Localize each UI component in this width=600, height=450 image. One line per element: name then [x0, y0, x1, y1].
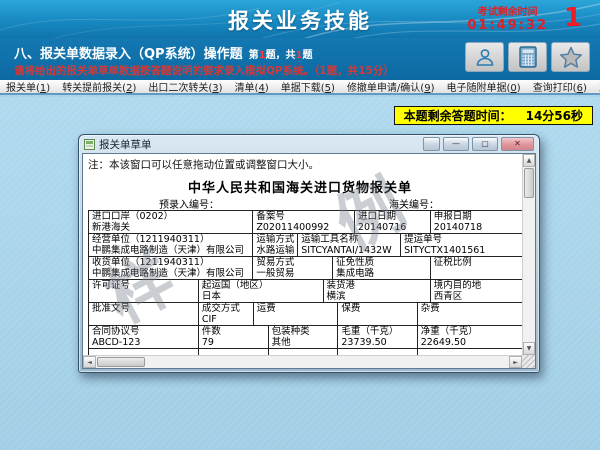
form-cell: 进口日期20140716 — [355, 211, 431, 234]
form-cell: 申报日期20140718 — [431, 211, 525, 234]
maximize-icon: ▢ — [481, 139, 489, 148]
pre-entry-number-label: 预录入编号： — [159, 196, 219, 211]
question-total: 1 — [296, 50, 303, 61]
table-row-4: 许可证号起运国（地区）日本装货港横滨境内目的地西青区 — [89, 280, 525, 303]
form-cell: 经营单位（1211940311）中鹏集成电路制造（天津）有限公司 — [89, 234, 253, 257]
table-row-1: 进口口岸（0202）新港海关备案号Z02011400992进口日期2014071… — [89, 211, 525, 234]
star-button[interactable] — [551, 42, 590, 72]
task-title: 八、报关单数据录入（QP系统）操作题第1题，共1题 — [14, 43, 313, 62]
maximize-button[interactable]: ▢ — [472, 137, 498, 151]
form-cell: 件数79 — [199, 326, 269, 349]
form-cell: 境内目的地西青区 — [431, 280, 525, 303]
pin-button[interactable] — [423, 137, 440, 151]
form-cell: 运输工具名称SITCYANTAI/1432W — [298, 234, 401, 257]
menu-item-9[interactable]: 业务统计(7) — [593, 79, 600, 94]
form-cell: 收货单位（1211940311）中鹏集成电路制造（天津）有限公司 — [89, 257, 253, 280]
scroll-up-icon: ▲ — [527, 157, 532, 164]
form-cell: 成交方式CIF — [199, 303, 254, 326]
question-timer: 本题剩余答题时间： 14分56秒 — [394, 106, 593, 125]
menu-item-3[interactable]: 出口二次转关(3) — [142, 79, 228, 94]
close-icon: ✕ — [514, 139, 521, 148]
window-client-area: 注：本该窗口可以任意拖动位置或调整窗口大小。 中华人民共和国海关进口货物报关单 … — [82, 153, 536, 369]
question-progress: 第1题，共1题 — [249, 50, 313, 61]
scroll-left-icon: ◄ — [87, 359, 92, 366]
page-indicator: 1 — [564, 3, 582, 33]
form-cell: 进口口岸（0202）新港海关 — [89, 211, 253, 234]
user-button[interactable] — [465, 42, 504, 72]
header-toolbar — [465, 42, 590, 72]
form-cell: 包装种类其他 — [269, 326, 339, 349]
menu-item-2[interactable]: 转关提前报关(2) — [56, 79, 142, 94]
window-title: 报关单草单 — [99, 137, 152, 152]
menu-item-7[interactable]: 电子随附单据(0) — [441, 79, 527, 94]
table-row-5: 批准文号成交方式CIF运费保费杂费 — [89, 303, 525, 326]
form-cell: 许可证号 — [89, 280, 199, 303]
question-timer-value: 14分56秒 — [526, 107, 583, 124]
form-cell: 运费 — [254, 303, 339, 326]
form-cell: 提运单号SITYCTX1401561 — [401, 234, 525, 257]
calculator-icon — [518, 46, 538, 68]
scroll-down-button[interactable]: ▼ — [523, 342, 535, 355]
declaration-number-row: 预录入编号： 海关编号： — [83, 196, 517, 208]
exam-timer-value: 01:49:32 — [467, 18, 548, 33]
form-cell: 批准文号 — [89, 303, 199, 326]
vertical-scroll-thumb[interactable] — [524, 168, 534, 198]
window-controls: — ▢ ✕ — [423, 137, 534, 151]
form-cell: 净重（千克）22649.50 — [418, 326, 525, 349]
form-cell: 贸易方式一般贸易 — [253, 257, 333, 280]
window-note: 注：本该窗口可以任意拖动位置或调整窗口大小。 — [88, 157, 319, 172]
scroll-up-button[interactable]: ▲ — [523, 154, 535, 167]
form-cell: 装货港横滨 — [324, 280, 431, 303]
user-icon — [474, 46, 496, 68]
declaration-table: 进口口岸（0202）新港海关备案号Z02011400992进口日期2014071… — [88, 210, 525, 357]
menu-item-5[interactable]: 单据下载(5) — [275, 79, 341, 94]
horizontal-scroll-thumb[interactable] — [97, 357, 145, 367]
resize-grip[interactable] — [522, 355, 535, 368]
form-cell: 运输方式水路运输 — [253, 234, 298, 257]
table-row-3: 收货单位（1211940311）中鹏集成电路制造（天津）有限公司贸易方式一般贸易… — [89, 257, 525, 280]
draft-declaration-window: 报关单草单 — ▢ ✕ 注：本该窗口可以任意拖动位置或调整窗口大小。 中华人民共… — [78, 134, 540, 373]
scroll-down-icon: ▼ — [527, 345, 532, 352]
form-cell: 合同协议号ABCD-123 — [89, 326, 199, 349]
close-button[interactable]: ✕ — [501, 137, 534, 151]
desktop: 本题剩余答题时间： 14分56秒 报关单草单 — ▢ ✕ 注 — [0, 97, 600, 450]
form-cell: 备案号Z02011400992 — [253, 211, 355, 234]
form-cell: 毛重（千克）23739.50 — [338, 326, 417, 349]
minimize-icon: — — [452, 139, 460, 148]
scroll-right-icon: ► — [513, 359, 518, 366]
menu-item-8[interactable]: 查询打印(6) — [527, 79, 593, 94]
scroll-right-button[interactable]: ► — [509, 356, 522, 368]
calculator-button[interactable] — [508, 42, 547, 72]
scroll-left-button[interactable]: ◄ — [83, 356, 96, 368]
form-cell: 保费 — [338, 303, 417, 326]
menu-item-6[interactable]: 修撤单申请/确认(9) — [341, 79, 441, 94]
vertical-scrollbar[interactable]: ▲ ▼ — [522, 154, 535, 355]
menu-bar: 报关单(1)转关提前报关(2)出口二次转关(3)清单(4)单据下载(5)修撤单申… — [0, 80, 600, 95]
table-row-6: 合同协议号ABCD-123件数79包装种类其他毛重（千克）23739.50净重（… — [89, 326, 525, 349]
task-panel: 八、报关单数据录入（QP系统）操作题第1题，共1题 请将给出的报关单草单数据按答… — [0, 38, 600, 80]
star-icon — [559, 46, 583, 69]
form-cell: 起运国（地区）日本 — [199, 280, 324, 303]
task-title-text: 八、报关单数据录入（QP系统）操作题 — [14, 47, 243, 62]
menu-item-4[interactable]: 清单(4) — [229, 79, 275, 94]
form-cell: 征税比例 — [431, 257, 525, 280]
minimize-button[interactable]: — — [443, 137, 469, 151]
menu-item-1[interactable]: 报关单(1) — [0, 79, 56, 94]
question-number: 1 — [259, 50, 266, 61]
question-timer-label: 本题剩余答题时间： — [404, 107, 512, 124]
task-instruction: 请将给出的报关单草单数据按答题说明的要求录入模拟QP系统。（1题，共15分） — [14, 63, 394, 78]
customs-number-label: 海关编号： — [389, 196, 439, 211]
form-cell: 杂费 — [418, 303, 525, 326]
exam-timer-label: 考试剩余时间 — [467, 3, 548, 18]
window-titlebar[interactable]: 报关单草单 — ▢ ✕ — [79, 135, 539, 153]
declaration-title: 中华人民共和国海关进口货物报关单 — [83, 177, 517, 196]
table-row-2: 经营单位（1211940311）中鹏集成电路制造（天津）有限公司运输方式水路运输… — [89, 234, 525, 257]
horizontal-scrollbar[interactable]: ◄ ► — [83, 355, 522, 368]
form-cell: 征免性质集成电路 — [333, 257, 431, 280]
application-root: 报关业务技能 考试剩余时间 01:49:32 1 八、报关单数据录入（QP系统）… — [0, 0, 600, 450]
window-icon — [84, 139, 95, 150]
exam-timer: 考试剩余时间 01:49:32 — [467, 3, 548, 33]
app-header: 报关业务技能 考试剩余时间 01:49:32 1 — [0, 0, 600, 38]
